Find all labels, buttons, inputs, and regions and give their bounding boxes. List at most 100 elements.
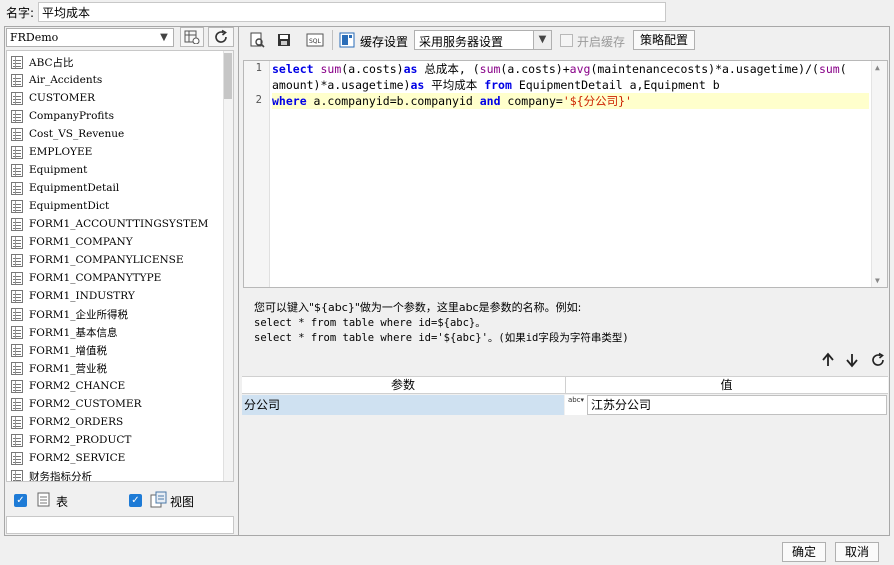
table-list-item-label: FORM1_企业所得税 xyxy=(29,308,128,321)
table-list-item[interactable]: EMPLOYEE xyxy=(7,143,223,161)
table-icon xyxy=(11,109,23,123)
refresh-button[interactable] xyxy=(208,27,234,47)
table-list-item[interactable]: FORM1_基本信息 xyxy=(7,323,223,341)
code-line-current: where a.companyid=b.companyid and compan… xyxy=(272,93,869,109)
floppy-icon xyxy=(278,34,290,46)
hint-line-3: select * from table where id='${abc}'。(如… xyxy=(254,332,629,344)
table-icon xyxy=(11,199,23,213)
table-list-item[interactable]: FORM2_ORDERS xyxy=(7,413,223,431)
table-list-item-label: FORM2_CHANCE xyxy=(29,380,126,392)
table-list-item[interactable]: FORM1_ACCOUNTTINGSYSTEM xyxy=(7,215,223,233)
name-label: 名字: xyxy=(6,6,35,20)
table-list-item-label: CompanyProfits xyxy=(29,110,115,122)
enable-cache-checkbox[interactable] xyxy=(560,34,573,47)
scrollbar-thumb[interactable] xyxy=(224,53,232,99)
table-list-item-label: FORM2_CUSTOMER xyxy=(29,398,142,410)
table-icon xyxy=(11,91,23,105)
table-icon xyxy=(11,361,23,375)
table-icon xyxy=(11,253,23,267)
table-list-item[interactable]: FORM1_增值税 xyxy=(7,341,223,359)
table-list-item-label: FORM1_营业税 xyxy=(29,362,107,375)
cache-mode-select[interactable]: 采用服务器设置 ▼ xyxy=(414,30,552,50)
toolbar-separator xyxy=(332,30,333,50)
table-list-item[interactable]: 财务指标分析 xyxy=(7,467,223,481)
table-icon xyxy=(11,289,23,303)
table-checkbox[interactable]: ✓ xyxy=(14,494,27,507)
table-icon xyxy=(11,163,23,177)
table-list-item[interactable]: CompanyProfits xyxy=(7,107,223,125)
table-list-item[interactable]: FORM2_CUSTOMER xyxy=(7,395,223,413)
arrow-down-icon[interactable] xyxy=(845,352,859,368)
refresh-params-icon[interactable] xyxy=(870,352,886,368)
cancel-button[interactable]: 取消 xyxy=(835,542,879,562)
table-list-item[interactable]: FORM1_COMPANYLICENSE xyxy=(7,251,223,269)
table-list-item-label: Equipment xyxy=(29,164,88,176)
table-list-item[interactable]: FORM1_COMPANYTYPE xyxy=(7,269,223,287)
table-icon xyxy=(11,73,23,87)
view-checkbox[interactable]: ✓ xyxy=(129,494,142,507)
strategy-config-button[interactable]: 策略配置 xyxy=(633,30,695,50)
enable-cache-label: 开启缓存 xyxy=(577,35,626,49)
table-list-item[interactable]: FORM1_营业税 xyxy=(7,359,223,377)
table-icon xyxy=(11,127,23,141)
table-icon xyxy=(11,145,23,159)
connection-settings-button[interactable] xyxy=(180,27,204,47)
param-table-header: 参数 值 xyxy=(242,376,888,394)
hint-line-2: select * from table where id=${abc}。 xyxy=(254,317,486,329)
table-icon xyxy=(11,469,23,481)
table-list-item-label: ABC占比 xyxy=(29,56,74,69)
table-list-item[interactable]: EquipmentDetail xyxy=(7,179,223,197)
table-icon xyxy=(37,492,50,507)
name-input[interactable]: 平均成本 xyxy=(38,2,666,22)
table-list-item[interactable]: FORM2_PRODUCT xyxy=(7,431,223,449)
table-list[interactable]: ABC占比 Air_Accidents CUSTOMER CompanyProfits… xyxy=(6,50,234,482)
chevron-down-icon: ▼ xyxy=(533,31,551,49)
database-select[interactable]: FRDemo ▼ xyxy=(6,28,174,47)
param-value-header: 值 xyxy=(565,377,887,394)
table-list-item[interactable]: FORM2_CHANCE xyxy=(7,377,223,395)
cache-mode-value: 采用服务器设置 xyxy=(419,35,504,49)
param-row[interactable]: 分公司 abc▾ 江苏分公司 xyxy=(242,395,888,415)
table-list-item[interactable]: FORM1_COMPANY xyxy=(7,233,223,251)
table-list-item[interactable]: Air_Accidents xyxy=(7,71,223,89)
table-list-item-label: FORM1_INDUSTRY xyxy=(29,290,135,302)
table-settings-icon xyxy=(184,30,200,44)
sql-button[interactable]: SQL xyxy=(304,30,326,50)
table-list-item-label: FORM1_COMPANYLICENSE xyxy=(29,254,184,266)
table-list-item-label: CUSTOMER xyxy=(29,92,96,104)
code-line: select sum(a.costs)as 总成本, (sum(a.costs)… xyxy=(272,62,847,76)
table-list-item[interactable]: Equipment xyxy=(7,161,223,179)
table-list-item[interactable]: Cost_VS_Revenue xyxy=(7,125,223,143)
table-list-item-label: FORM2_ORDERS xyxy=(29,416,124,428)
line-number: 2 xyxy=(255,94,262,106)
hint-line-1: 您可以键入"${abc}"做为一个参数，这里abc是参数的名称。例如: xyxy=(254,301,582,314)
table-list-item-label: FORM1_增值税 xyxy=(29,344,107,357)
table-list-scrollbar[interactable] xyxy=(223,51,233,481)
table-list-item[interactable]: FORM2_SERVICE xyxy=(7,449,223,467)
param-name-cell[interactable]: 分公司 xyxy=(242,395,564,415)
table-icon xyxy=(11,271,23,285)
table-list-item[interactable]: FORM1_INDUSTRY xyxy=(7,287,223,305)
param-value-input[interactable]: 江苏分公司 xyxy=(587,395,887,415)
svg-text:SQL: SQL xyxy=(309,38,322,45)
view-icon xyxy=(150,491,167,508)
table-icon xyxy=(11,235,23,249)
table-filter-input[interactable] xyxy=(6,516,234,534)
table-list-item[interactable]: FORM1_企业所得税 xyxy=(7,305,223,323)
arrow-up-icon[interactable] xyxy=(821,352,835,368)
table-list-item[interactable]: EquipmentDict xyxy=(7,197,223,215)
editor-scrollbar[interactable]: ▲ ▼ xyxy=(871,61,887,287)
sql-editor[interactable]: 1 2 select sum(a.costs)as 总成本, (sum(a.co… xyxy=(243,60,888,288)
save-sql-button[interactable] xyxy=(274,30,294,50)
table-list-item[interactable]: ABC占比 xyxy=(7,53,223,71)
table-icon xyxy=(11,325,23,339)
table-list-item-label: FORM1_COMPANYTYPE xyxy=(29,272,162,284)
ok-button[interactable]: 确定 xyxy=(782,542,826,562)
cache-settings-label: 缓存设置 xyxy=(360,35,409,49)
table-icon xyxy=(11,343,23,357)
param-type-icon[interactable]: abc▾ xyxy=(565,395,587,415)
preview-button[interactable] xyxy=(247,30,267,50)
code-line: amount)*a.usagetime)as 平均成本 from Equipme… xyxy=(272,78,720,92)
line-number: 1 xyxy=(255,62,262,74)
table-list-item[interactable]: CUSTOMER xyxy=(7,89,223,107)
